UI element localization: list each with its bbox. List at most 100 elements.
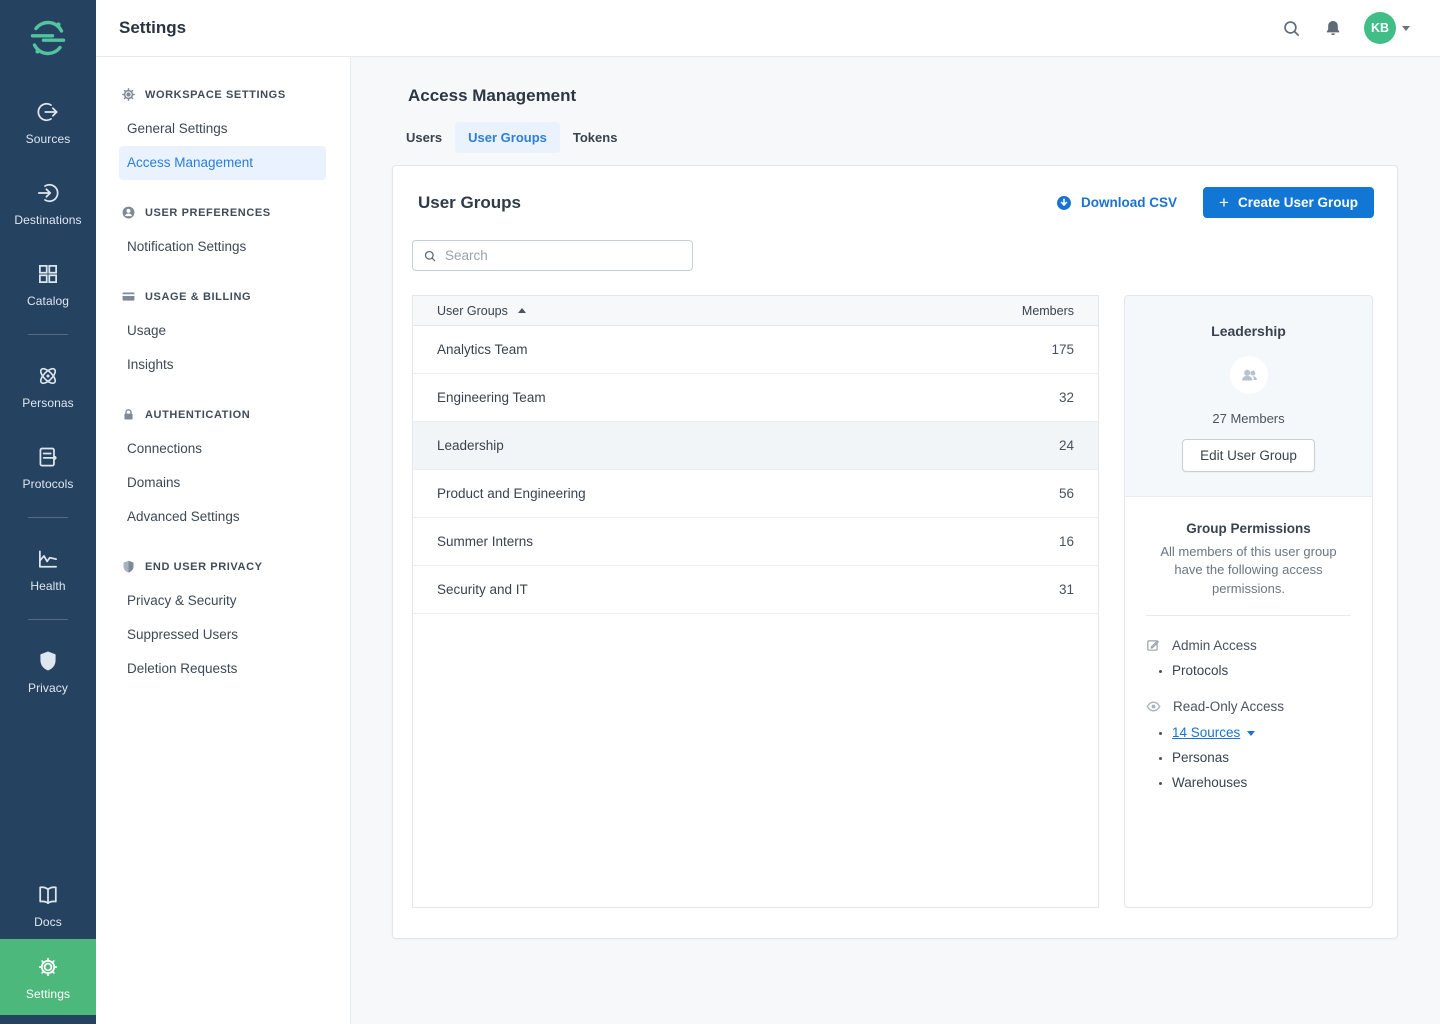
sidebar-item-label: Personas xyxy=(22,396,74,410)
sidebar-item-docs[interactable]: Docs xyxy=(0,872,96,939)
nav-item-notification-settings[interactable]: Notification Settings xyxy=(119,230,326,264)
card-body: User Groups Members Analytics Team 175 E xyxy=(412,295,1373,908)
group-members: 56 xyxy=(1059,486,1074,501)
readonly-access-list: 14 Sources Personas Warehouses xyxy=(1172,725,1352,790)
nav-item-privacy-security[interactable]: Privacy & Security xyxy=(119,584,326,618)
nav-item-connections[interactable]: Connections xyxy=(119,432,326,466)
search-icon[interactable] xyxy=(1281,18,1302,39)
tab-user-groups[interactable]: User Groups xyxy=(455,122,560,153)
chevron-down-icon[interactable] xyxy=(1247,731,1255,736)
nav-section-label: AUTHENTICATION xyxy=(145,409,250,421)
content-row: WORKSPACE SETTINGS General Settings Acce… xyxy=(96,57,1440,1024)
search-input[interactable] xyxy=(445,248,682,263)
tab-tokens[interactable]: Tokens xyxy=(560,122,631,153)
settings-gear-icon xyxy=(35,954,61,980)
sidebar-item-personas[interactable]: Personas xyxy=(0,353,96,420)
edit-user-group-button[interactable]: Edit User Group xyxy=(1182,439,1315,472)
create-user-group-button[interactable]: + Create User Group xyxy=(1203,187,1374,218)
user-groups-table: User Groups Members Analytics Team 175 E xyxy=(412,295,1099,908)
download-csv-link[interactable]: Download CSV xyxy=(1055,194,1177,212)
readonly-access-item: Personas xyxy=(1172,750,1352,765)
group-members: 32 xyxy=(1059,390,1074,405)
nav-item-insights[interactable]: Insights xyxy=(119,348,326,382)
sidebar-item-protocols[interactable]: Protocols xyxy=(0,434,96,501)
sidebar-item-health[interactable]: Health xyxy=(0,536,96,603)
group-members: 16 xyxy=(1059,534,1074,549)
table-row-selected[interactable]: Leadership 24 xyxy=(413,422,1098,470)
nav-item-suppressed-users[interactable]: Suppressed Users xyxy=(119,618,326,652)
divider xyxy=(1146,615,1351,616)
chevron-down-icon[interactable] xyxy=(1402,26,1410,31)
table-row[interactable]: Summer Interns 16 xyxy=(413,518,1098,566)
table-row[interactable]: Engineering Team 32 xyxy=(413,374,1098,422)
nav-section-workspace-settings: WORKSPACE SETTINGS General Settings Acce… xyxy=(96,75,350,180)
table-row[interactable]: Security and IT 31 xyxy=(413,566,1098,614)
segment-logo[interactable] xyxy=(26,13,70,63)
segment-logo-icon xyxy=(26,16,70,60)
nav-item-deletion-requests[interactable]: Deletion Requests xyxy=(119,652,326,686)
card-header-actions: Download CSV + Create User Group xyxy=(1055,187,1374,218)
sidebar-item-sources[interactable]: Sources xyxy=(0,89,96,156)
avatar[interactable]: KB xyxy=(1364,12,1396,44)
nav-item-advanced-settings[interactable]: Advanced Settings xyxy=(119,500,326,534)
sidebar-item-label: Destinations xyxy=(14,213,81,227)
table-header[interactable]: User Groups Members xyxy=(413,296,1098,326)
column-label: User Groups xyxy=(437,304,508,318)
table-row[interactable]: Analytics Team 175 xyxy=(413,326,1098,374)
nav-section-label: END USER PRIVACY xyxy=(145,561,263,573)
sources-icon xyxy=(35,99,61,125)
group-members: 31 xyxy=(1059,582,1074,597)
sort-ascending-icon xyxy=(518,308,526,313)
people-icon xyxy=(1238,364,1260,386)
primary-nav: Sources Destinations Catalog xyxy=(0,63,96,719)
group-name: Analytics Team xyxy=(437,342,1051,357)
nav-section-label: WORKSPACE SETTINGS xyxy=(145,89,286,101)
notifications-bell-icon[interactable] xyxy=(1323,18,1343,38)
tab-users[interactable]: Users xyxy=(393,122,455,153)
nav-item-access-management[interactable]: Access Management xyxy=(119,146,326,180)
user-groups-card: User Groups Download CSV xyxy=(392,165,1398,939)
nav-item-domains[interactable]: Domains xyxy=(119,466,326,500)
group-name: Leadership xyxy=(437,438,1059,453)
topbar-actions: KB xyxy=(1281,12,1410,44)
shield-icon xyxy=(121,559,136,574)
sidebar-item-label: Sources xyxy=(26,132,71,146)
user-circle-icon xyxy=(121,205,136,220)
table-row[interactable]: Product and Engineering 56 xyxy=(413,470,1098,518)
page-title: Access Management xyxy=(408,86,1398,106)
card-header: User Groups Download CSV xyxy=(393,166,1397,218)
nav-item-usage[interactable]: Usage xyxy=(119,314,326,348)
main-content: Access Management Users User Groups Toke… xyxy=(351,57,1440,1024)
nav-section-header: END USER PRIVACY xyxy=(96,547,350,584)
sidebar-item-destinations[interactable]: Destinations xyxy=(0,170,96,237)
download-icon xyxy=(1055,194,1073,212)
sources-link[interactable]: 14 Sources xyxy=(1172,725,1240,740)
readonly-access-row: Read-Only Access xyxy=(1145,698,1352,715)
sidebar-item-settings[interactable]: Settings xyxy=(0,939,96,1015)
column-user-groups[interactable]: User Groups xyxy=(437,304,1022,318)
admin-access-list: Protocols xyxy=(1172,663,1352,678)
account-menu[interactable]: KB xyxy=(1364,12,1410,44)
health-icon xyxy=(35,546,61,572)
sidebar-item-privacy[interactable]: Privacy xyxy=(0,638,96,705)
nav-section-usage-billing: USAGE & BILLING Usage Insights xyxy=(96,277,350,382)
destinations-icon xyxy=(35,180,61,206)
nav-item-general-settings[interactable]: General Settings xyxy=(119,112,326,146)
sidebar-item-label: Settings xyxy=(26,987,70,1001)
personas-icon xyxy=(35,363,61,389)
page-header-title: Settings xyxy=(119,18,186,38)
eye-icon xyxy=(1145,698,1162,715)
column-members: Members xyxy=(1022,304,1074,318)
readonly-access-label: Read-Only Access xyxy=(1173,699,1284,714)
group-detail-panel: Leadership 27 Members xyxy=(1124,295,1373,908)
topbar: Settings KB xyxy=(96,0,1440,57)
nav-section-header: AUTHENTICATION xyxy=(96,395,350,432)
card-title: User Groups xyxy=(418,193,521,213)
readonly-access-item: Warehouses xyxy=(1172,775,1352,790)
plus-icon: + xyxy=(1219,194,1229,211)
sidebar-item-label: Protocols xyxy=(23,477,74,491)
nav-section-label: USER PREFERENCES xyxy=(145,207,271,219)
docs-book-icon xyxy=(35,882,61,908)
sidebar-item-catalog[interactable]: Catalog xyxy=(0,251,96,318)
catalog-icon xyxy=(35,261,61,287)
